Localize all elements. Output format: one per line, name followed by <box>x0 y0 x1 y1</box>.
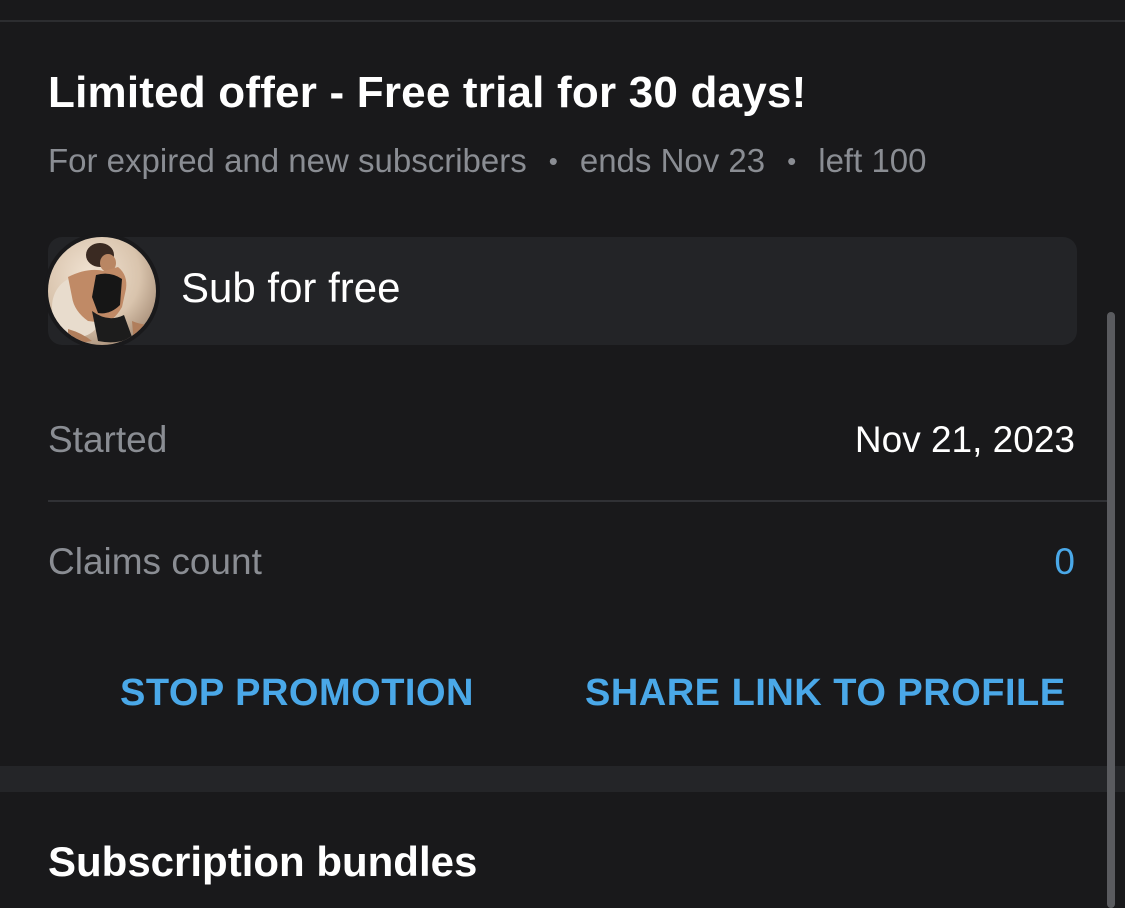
offer-ends: ends Nov 23 <box>579 142 766 179</box>
offer-title: Limited offer - Free trial for 30 days! <box>48 68 807 117</box>
share-link-button[interactable]: SHARE LINK TO PROFILE <box>585 672 1066 715</box>
offer-meta: For expired and new subscribers • ends N… <box>48 142 927 180</box>
stop-promotion-button[interactable]: STOP PROMOTION <box>120 672 474 715</box>
top-divider <box>0 20 1125 22</box>
offer-left: left 100 <box>818 142 927 179</box>
avatar-photo-icon <box>48 237 156 345</box>
promotion-page: Limited offer - Free trial for 30 days! … <box>0 0 1125 908</box>
row-divider <box>48 500 1110 502</box>
started-value: Nov 21, 2023 <box>854 419 1075 460</box>
avatar[interactable] <box>48 237 156 345</box>
promo-message: Sub for free <box>181 264 401 311</box>
subscription-bundles-title: Subscription bundles <box>48 838 478 885</box>
claims-count-label: Claims count <box>48 541 262 582</box>
scrollbar[interactable] <box>1107 312 1115 908</box>
claims-count-value[interactable]: 0 <box>1054 541 1075 583</box>
started-label: Started <box>48 419 168 460</box>
section-separator <box>0 766 1125 792</box>
offer-audience: For expired and new subscribers <box>48 142 527 179</box>
meta-separator: • <box>548 145 558 176</box>
meta-separator: • <box>787 145 797 176</box>
